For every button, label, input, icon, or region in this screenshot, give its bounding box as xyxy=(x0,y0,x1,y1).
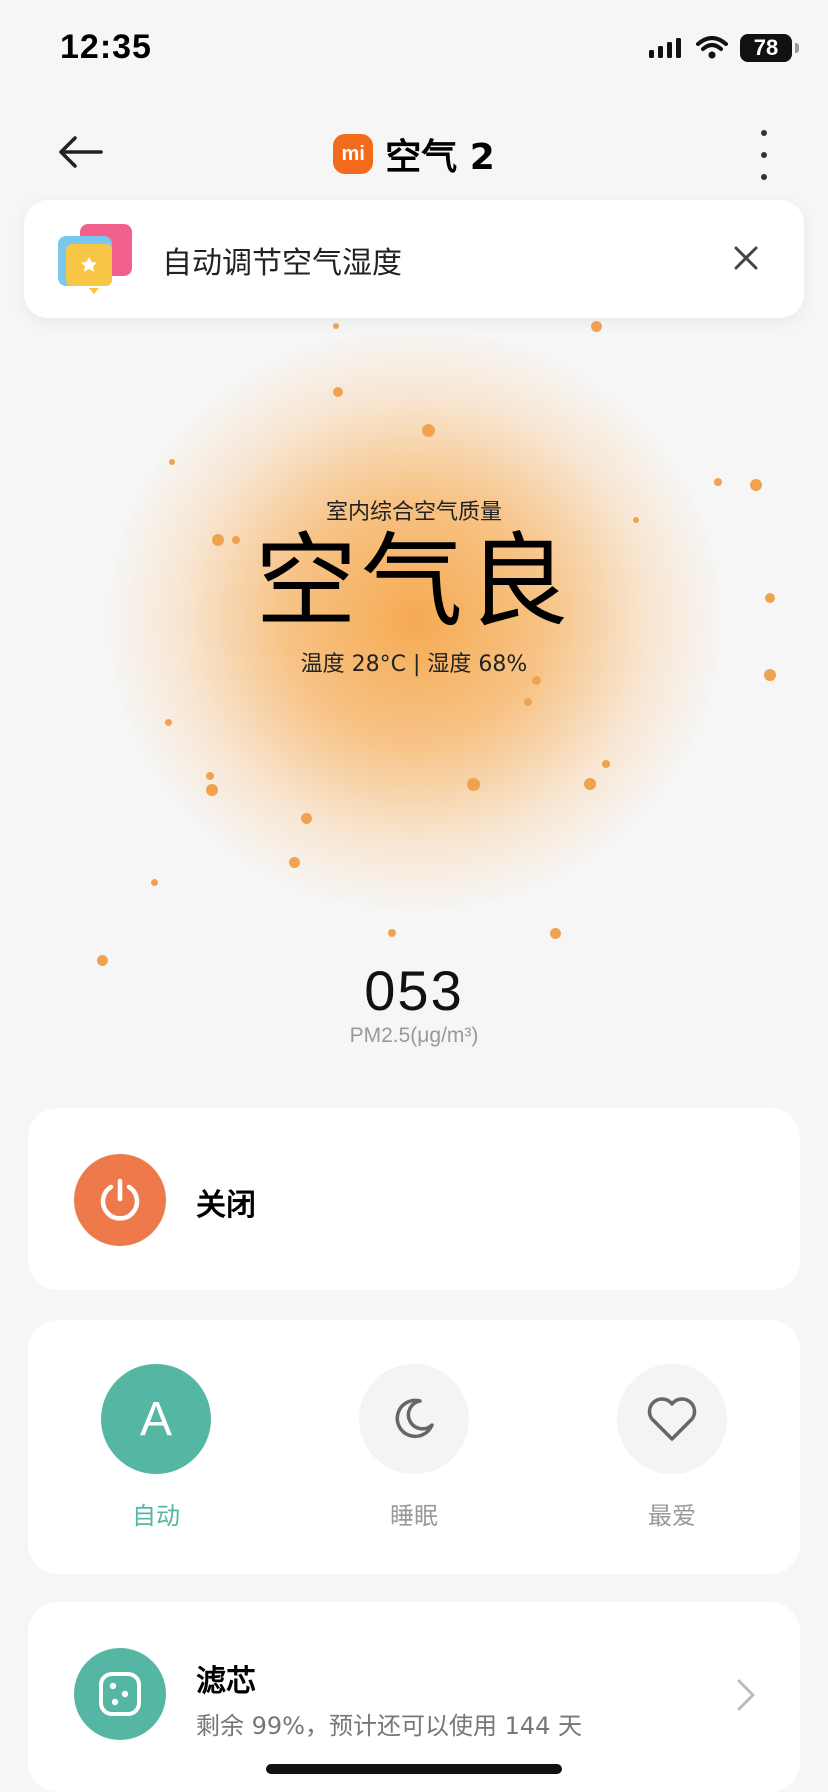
particle-dot xyxy=(714,478,722,486)
header-title-group: mi 空气 2 xyxy=(0,128,828,180)
pm25-value: 053 xyxy=(364,959,464,1022)
mode-auto-label: 自动 xyxy=(132,1502,180,1530)
auto-glyph: A xyxy=(139,1392,172,1446)
tip-close-button[interactable] xyxy=(724,236,768,280)
particle-dot xyxy=(524,698,532,706)
filter-icon xyxy=(74,1648,166,1740)
air-quality-value: 空气良 xyxy=(255,523,573,642)
more-dot xyxy=(761,130,767,136)
mode-sleep[interactable]: 睡眠 xyxy=(344,1364,484,1531)
particle-dot xyxy=(466,777,480,791)
particle-dot xyxy=(549,927,561,939)
power-icon xyxy=(100,1178,140,1221)
particle-dot xyxy=(602,760,610,768)
particle-dot xyxy=(169,459,175,465)
chevron-right-icon[interactable] xyxy=(736,1678,756,1712)
heart-svg xyxy=(647,1397,697,1441)
more-button[interactable] xyxy=(744,130,784,180)
status-time: 12:35 xyxy=(60,28,152,66)
particle-dot xyxy=(300,812,312,824)
star-chat-icon xyxy=(58,224,132,294)
power-button[interactable] xyxy=(74,1154,166,1246)
auto-A-icon[interactable]: A xyxy=(101,1364,211,1474)
particle-dot xyxy=(164,718,172,726)
tip-banner[interactable]: 自动调节空气湿度 xyxy=(24,200,804,318)
heart-icon[interactable] xyxy=(617,1364,727,1474)
mode-favorite[interactable]: 最爱 xyxy=(602,1364,742,1531)
status-icons: 78 xyxy=(648,34,799,62)
air-quality-label: 室内综合空气质量 xyxy=(325,500,502,525)
filter-title: 滤芯 xyxy=(196,1664,256,1699)
temperature-humidity: 温度 28°C | 湿度 68% xyxy=(300,652,528,677)
mode-sleep-label: 睡眠 xyxy=(390,1502,438,1530)
moon-svg xyxy=(395,1398,434,1439)
mode-favorite-label: 最爱 xyxy=(648,1502,696,1530)
particle-dot xyxy=(590,320,602,332)
power-label: 关闭 xyxy=(196,1188,256,1223)
page-title: 空气 2 xyxy=(385,137,495,178)
particle-dot xyxy=(206,772,214,780)
tip-text: 自动调节空气湿度 xyxy=(162,246,402,281)
more-dot xyxy=(761,174,767,180)
particle-dot xyxy=(206,784,218,796)
more-dot xyxy=(761,152,767,158)
particle-dot xyxy=(584,778,596,790)
particle-dot xyxy=(421,423,435,437)
wifi-icon xyxy=(696,36,728,59)
mode-card: A 自动 睡眠 最爱 xyxy=(28,1320,800,1574)
battery-indicator: 78 xyxy=(740,34,799,62)
filter-description: 剩余 99%，预计还可以使用 144 天 xyxy=(196,1712,583,1740)
particle-dot xyxy=(288,856,300,868)
moon-icon[interactable] xyxy=(359,1364,469,1474)
home-indicator[interactable] xyxy=(266,1764,562,1774)
filter-svg xyxy=(99,1672,141,1716)
pm25-unit: PM2.5(μg/m³) xyxy=(349,1024,479,1047)
particle-dot xyxy=(388,929,396,937)
particle-dot xyxy=(150,878,158,886)
close-icon xyxy=(734,246,758,270)
power-card[interactable]: 关闭 xyxy=(28,1108,800,1290)
particle-dot xyxy=(750,479,762,491)
particle-dot xyxy=(333,323,339,329)
mi-logo: mi xyxy=(333,134,374,174)
signal-icon xyxy=(649,38,681,58)
particle-dot xyxy=(333,387,343,397)
mode-auto[interactable]: A 自动 xyxy=(86,1364,226,1531)
